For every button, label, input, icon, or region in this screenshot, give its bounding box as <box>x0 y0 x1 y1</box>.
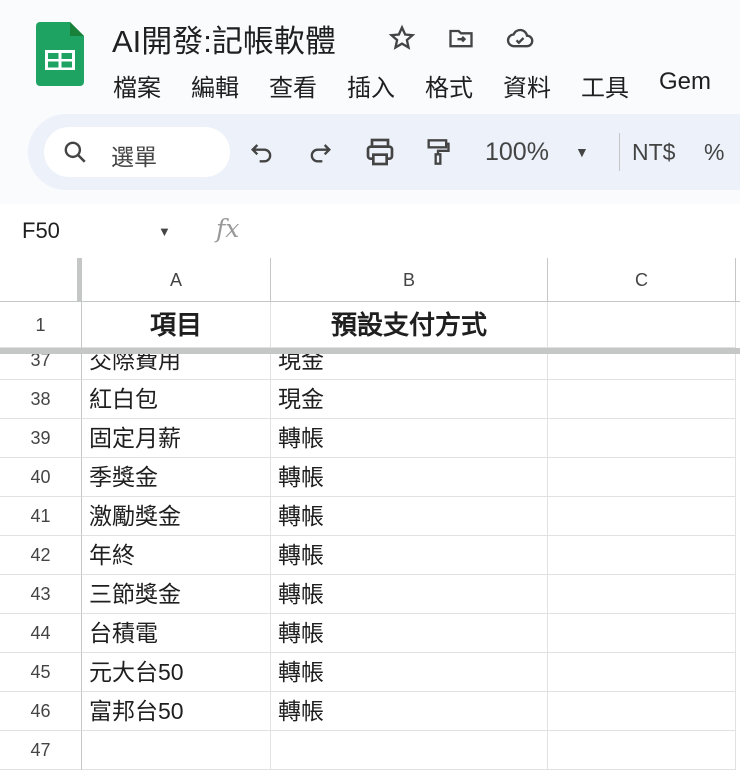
column-header-a[interactable]: A <box>82 258 271 302</box>
column-header-c[interactable]: C <box>548 258 736 302</box>
column-header-d[interactable] <box>736 258 740 302</box>
menu-gemini[interactable]: Gem <box>659 68 711 103</box>
zoom-value: 100% <box>485 137 549 166</box>
menu-format[interactable]: 格式 <box>425 68 473 103</box>
row-header[interactable]: 42 <box>0 536 82 575</box>
fx-icon: fx <box>216 214 240 243</box>
menu-bar: 檔案 編輯 查看 插入 格式 資料 工具 Gem <box>113 68 711 103</box>
menu-data[interactable]: 資料 <box>503 68 551 103</box>
cell-item[interactable]: 固定月薪 <box>82 419 271 458</box>
cell-payment-method[interactable]: 轉帳 <box>271 419 548 458</box>
cell-c[interactable] <box>548 419 736 458</box>
cell-item[interactable]: 台積電 <box>82 614 271 653</box>
cell-c[interactable] <box>548 341 736 380</box>
move-folder-icon[interactable] <box>447 24 475 52</box>
star-icon[interactable] <box>388 24 416 52</box>
menu-insert[interactable]: 插入 <box>347 68 395 103</box>
cell-payment-method[interactable] <box>271 731 548 770</box>
select-all-corner[interactable] <box>0 258 82 302</box>
row-header[interactable]: 43 <box>0 575 82 614</box>
cell-item[interactable]: 激勵獎金 <box>82 497 271 536</box>
cell-payment-method[interactable]: 轉帳 <box>271 692 548 731</box>
spreadsheet-grid[interactable]: A B C 1 項目 預設支付方式 37 交際費用 現金 38 紅白包 現金 39 固定月薪轉… <box>0 258 740 774</box>
row-header[interactable]: 46 <box>0 692 82 731</box>
cell-payment-method[interactable]: 現金 <box>271 380 548 419</box>
currency-label: NT$ <box>632 138 676 165</box>
cell-c[interactable] <box>548 497 736 536</box>
cell-item[interactable]: 年終 <box>82 536 271 575</box>
cell-item[interactable]: 富邦台50 <box>82 692 271 731</box>
formula-bar <box>0 204 740 258</box>
toolbar-divider <box>619 133 620 171</box>
cell-payment-method[interactable]: 轉帳 <box>271 614 548 653</box>
cell-payment-method[interactable]: 轉帳 <box>271 536 548 575</box>
cell-item[interactable]: 交際費用 <box>82 341 271 380</box>
cell-c[interactable] <box>548 575 736 614</box>
row-header[interactable]: 47 <box>0 731 82 770</box>
cell-c[interactable] <box>548 653 736 692</box>
cell-c[interactable] <box>548 614 736 653</box>
search-label: 選單 <box>111 144 157 170</box>
row-header[interactable]: 38 <box>0 380 82 419</box>
row-header[interactable]: 41 <box>0 497 82 536</box>
redo-icon[interactable] <box>306 135 334 169</box>
percent-format-button[interactable]: % <box>704 135 724 169</box>
cell-c[interactable] <box>548 731 736 770</box>
cell-payment-method[interactable]: 轉帳 <box>271 458 548 497</box>
zoom-select[interactable]: 100% ▼ <box>485 135 589 169</box>
menu-view[interactable]: 查看 <box>269 68 317 103</box>
menu-edit[interactable]: 編輯 <box>191 68 239 103</box>
cell-c[interactable] <box>548 692 736 731</box>
row-header[interactable]: 40 <box>0 458 82 497</box>
cell-payment-method[interactable]: 轉帳 <box>271 575 548 614</box>
row-header[interactable]: 39 <box>0 419 82 458</box>
column-header-b[interactable]: B <box>271 258 548 302</box>
row-header[interactable]: 44 <box>0 614 82 653</box>
chevron-down-icon: ▼ <box>574 144 589 160</box>
cell-item[interactable]: 三節獎金 <box>82 575 271 614</box>
cell-item[interactable]: 元大台50 <box>82 653 271 692</box>
paint-format-icon[interactable] <box>424 135 452 169</box>
menu-search[interactable]: 選單 <box>44 127 230 177</box>
print-icon[interactable] <box>364 135 396 169</box>
menu-file[interactable]: 檔案 <box>113 68 161 103</box>
freeze-bar[interactable] <box>0 348 740 354</box>
cell-payment-method[interactable]: 轉帳 <box>271 497 548 536</box>
cell-item[interactable]: 紅白包 <box>82 380 271 419</box>
document-title[interactable]: AI開發:記帳軟體 <box>112 16 336 61</box>
cell-c[interactable] <box>548 380 736 419</box>
name-box-dropdown-icon[interactable]: ▼ <box>158 224 171 239</box>
menu-tools[interactable]: 工具 <box>581 68 629 103</box>
cell-c[interactable] <box>548 536 736 575</box>
cell-item[interactable] <box>82 731 271 770</box>
undo-icon[interactable] <box>248 135 276 169</box>
cell-payment-method[interactable]: 現金 <box>271 341 548 380</box>
name-box[interactable]: F50 <box>22 218 60 244</box>
cloud-saved-icon[interactable] <box>506 24 534 52</box>
percent-label: % <box>704 138 725 165</box>
cell-item[interactable]: 季獎金 <box>82 458 271 497</box>
cell-c[interactable] <box>548 458 736 497</box>
currency-format-button[interactable]: NT$ <box>632 135 675 169</box>
search-icon <box>64 141 86 163</box>
row-header[interactable]: 45 <box>0 653 82 692</box>
row-header[interactable]: 37 <box>0 341 82 380</box>
sheets-logo-icon[interactable] <box>36 22 84 86</box>
cell-payment-method[interactable]: 轉帳 <box>271 653 548 692</box>
